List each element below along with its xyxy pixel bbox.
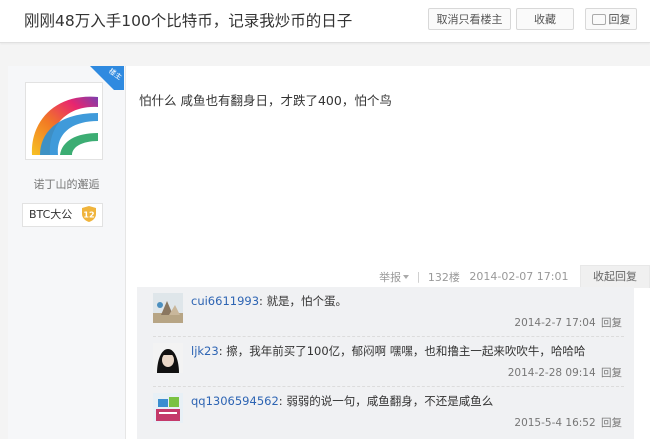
reply-text: qq1306594562: 弱弱的说一句，咸鱼翻身，不还是咸鱼么	[191, 394, 494, 408]
svg-text:12: 12	[83, 211, 94, 220]
reply-meta: 2015-5-4 16:52 回复	[514, 415, 622, 430]
reply-list: cui6611993: 就是，怕个蛋。 2014-2-7 17:04 回复 lj…	[137, 287, 634, 439]
thread-header: 刚刚48万入手100个比特币，记录我炒币的日子 取消只看楼主 收藏 回复	[0, 0, 650, 43]
reply-body: 就是，怕个蛋。	[266, 294, 348, 308]
reply-item: qq1306594562: 弱弱的说一句，咸鱼翻身，不还是咸鱼么 2015-5-…	[137, 387, 634, 437]
post-content: 怕什么 咸鱼也有翻身日，才跌了400，怕个鸟	[139, 93, 392, 108]
reply-to-button[interactable]: 回复	[601, 367, 622, 379]
reply-button-label: 回复	[608, 13, 631, 26]
reply-time: 2014-2-28 09:14	[507, 367, 596, 379]
post-time: 2014-02-07 17:01	[469, 270, 569, 283]
reply-time: 2015-5-4 16:52	[514, 417, 596, 429]
reply-avatar[interactable]	[153, 393, 183, 423]
reply-item: cui6611993: 就是，怕个蛋。 2014-2-7 17:04 回复	[137, 287, 634, 337]
collapse-replies-button[interactable]: 收起回复	[580, 265, 650, 288]
reply-to-button[interactable]: 回复	[601, 417, 622, 429]
author-level-badge[interactable]: BTC大公 12	[22, 203, 103, 227]
reply-text: ljk23: 擦，我年前买了100亿，郁闷啊 嘿嘿，也和撸主一起来吹吹牛，哈哈哈	[191, 344, 586, 358]
post-tail: 举报 | 132楼 2014-02-07 17:01 收起回复	[379, 265, 650, 288]
reply-meta: 2014-2-7 17:04 回复	[514, 315, 622, 330]
reply-avatar[interactable]	[153, 343, 183, 373]
reply-button[interactable]: 回复	[585, 8, 637, 30]
favorite-button[interactable]: 收藏	[516, 8, 574, 30]
cancel-only-op-button[interactable]: 取消只看楼主	[428, 8, 511, 30]
level-shield-icon: 12	[81, 206, 96, 222]
level-label: BTC大公	[29, 208, 73, 221]
post: 楼主 诺丁山的邂逅 BTC大公 12 怕什么 咸鱼也有翻身日，才跌了400，怕个…	[8, 66, 650, 439]
op-badge: 楼主	[90, 66, 124, 90]
reply-body: 弱弱的说一句，咸鱼翻身，不还是咸鱼么	[286, 394, 494, 408]
dropdown-caret-icon	[403, 274, 410, 279]
author-panel: 楼主 诺丁山的邂逅 BTC大公 12	[8, 66, 126, 439]
reply-username[interactable]: cui6611993	[191, 294, 259, 308]
reply-username[interactable]: qq1306594562	[191, 394, 279, 408]
reply-meta: 2014-2-28 09:14 回复	[508, 365, 622, 380]
reply-text: cui6611993: 就是，怕个蛋。	[191, 294, 348, 308]
reply-avatar[interactable]	[153, 293, 183, 323]
reply-time: 2014-2-7 17:04	[514, 317, 596, 329]
reply-body: 擦，我年前买了100亿，郁闷啊 嘿嘿，也和撸主一起来吹吹牛，哈哈哈	[226, 344, 586, 358]
thread-title: 刚刚48万入手100个比特币，记录我炒币的日子	[24, 12, 353, 30]
author-avatar[interactable]	[25, 82, 103, 160]
reply-to-button[interactable]: 回复	[601, 317, 622, 329]
author-name[interactable]: 诺丁山的邂逅	[8, 176, 125, 192]
reply-username[interactable]: ljk23	[191, 344, 219, 358]
reply-item: ljk23: 擦，我年前买了100亿，郁闷啊 嘿嘿，也和撸主一起来吹吹牛，哈哈哈…	[137, 337, 634, 387]
reply-icon	[591, 13, 606, 25]
report-link[interactable]: 举报	[379, 269, 410, 285]
floor-number: 132楼	[427, 270, 460, 284]
